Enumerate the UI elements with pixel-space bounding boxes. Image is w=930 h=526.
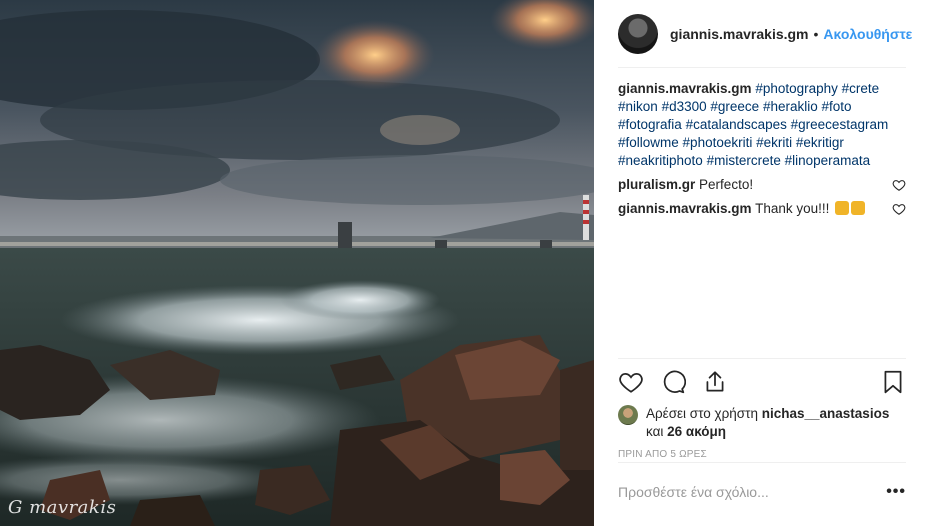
hashtag[interactable]: #heraklio	[763, 99, 818, 114]
action-bar	[618, 359, 906, 405]
thumbs-up-emoji-icon	[835, 201, 850, 215]
comments-list: giannis.mavrakis.gm #photography #crete …	[618, 80, 906, 224]
hashtag[interactable]: #d3300	[662, 99, 707, 114]
more-options-button[interactable]: •••	[886, 483, 906, 501]
hashtag[interactable]: #catalandscapes	[686, 117, 787, 132]
likes-and: και	[646, 424, 664, 439]
hashtag[interactable]: #photoekriti	[683, 135, 753, 150]
post-actions-section: Αρέσει στο χρήστη nichas__anastasios και…	[618, 358, 906, 460]
author-avatar[interactable]	[618, 13, 658, 54]
hashtag[interactable]: #foto	[822, 99, 852, 114]
hashtag[interactable]: #mistercrete	[707, 153, 781, 168]
comment-item: giannis.mavrakis.gm Thank you!!!	[618, 200, 906, 218]
liker-username[interactable]: nichas__anastasios	[762, 406, 890, 421]
likes-summary: Αρέσει στο χρήστη nichas__anastasios και…	[618, 405, 906, 441]
post-caption: giannis.mavrakis.gm #photography #crete …	[618, 80, 906, 170]
share-icon[interactable]	[702, 369, 728, 395]
hashtag[interactable]: #followme	[618, 135, 679, 150]
heart-icon[interactable]	[618, 369, 644, 395]
seascape-image	[0, 0, 594, 526]
author-username[interactable]: giannis.mavrakis.gm	[670, 26, 809, 42]
post-photo[interactable]: G mavrakis	[0, 0, 594, 526]
comment-icon[interactable]	[660, 369, 686, 395]
comment-username[interactable]: giannis.mavrakis.gm	[618, 201, 752, 216]
hashtag[interactable]: #neakritiphoto	[618, 153, 703, 168]
comment-username[interactable]: pluralism.gr	[618, 177, 695, 192]
post-header: giannis.mavrakis.gm • Ακολουθήστε	[594, 0, 930, 68]
follow-button[interactable]: Ακολουθήστε	[823, 26, 912, 42]
hashtag[interactable]: #greece	[710, 99, 759, 114]
bookmark-icon[interactable]	[880, 369, 906, 395]
heart-icon[interactable]	[892, 178, 906, 192]
hashtag[interactable]: #fotografia	[618, 117, 682, 132]
hashtag[interactable]: #linoperamata	[785, 153, 871, 168]
comment-item: pluralism.gr Perfecto!	[618, 176, 906, 194]
hashtag[interactable]: #ekriti	[756, 135, 792, 150]
add-comment-bar: •••	[618, 462, 906, 520]
comment-text: Thank you!!!	[755, 201, 830, 216]
photo-watermark: G mavrakis	[8, 497, 117, 518]
heart-icon[interactable]	[892, 202, 906, 216]
hashtag[interactable]: #ekritigr	[796, 135, 844, 150]
hashtag[interactable]: #crete	[842, 81, 880, 96]
hashtag[interactable]: #greecestagram	[791, 117, 889, 132]
likes-others-link[interactable]: 26 ακόμη	[667, 424, 726, 439]
hashtag[interactable]: #photography	[755, 81, 838, 96]
likes-prefix: Αρέσει στο χρήστη	[646, 406, 758, 421]
hashtag[interactable]: #nikon	[618, 99, 658, 114]
comment-input[interactable]	[618, 483, 858, 500]
post-timestamp[interactable]: ΠΡΙΝ ΑΠΟ 5 ΩΡΕΣ	[618, 449, 906, 460]
post-side-panel: giannis.mavrakis.gm • Ακολουθήστε gianni…	[594, 0, 930, 526]
thumbs-up-emoji-icon	[851, 201, 866, 215]
header-separator: •	[813, 25, 819, 42]
caption-username[interactable]: giannis.mavrakis.gm	[618, 81, 752, 96]
comment-text: Perfecto!	[699, 177, 754, 192]
liker-avatar[interactable]	[618, 405, 638, 425]
